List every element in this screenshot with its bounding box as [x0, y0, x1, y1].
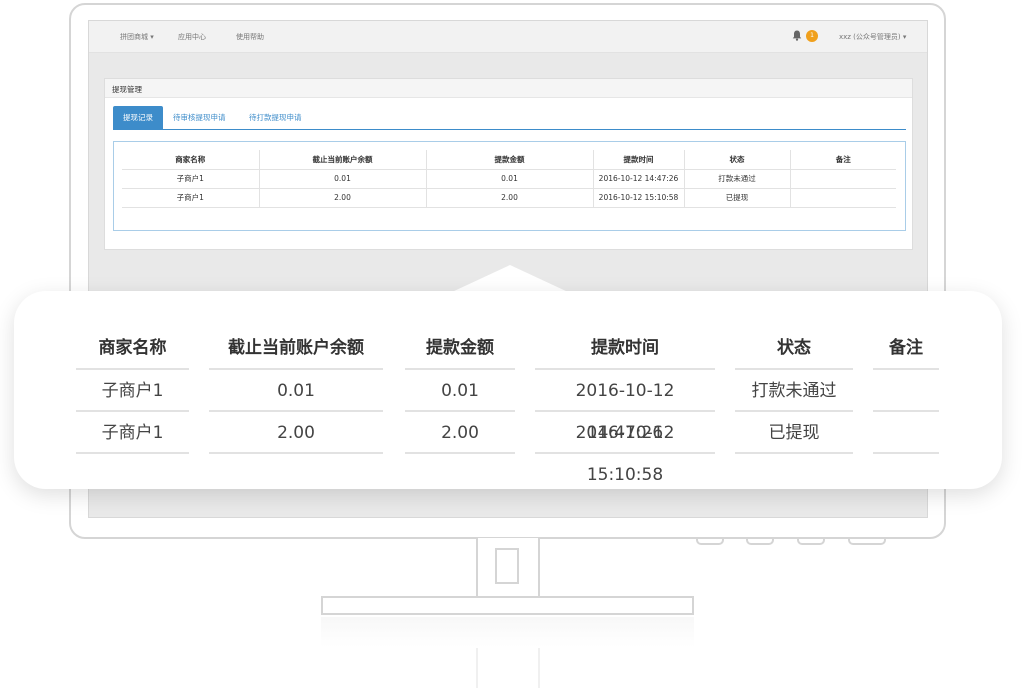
monitor-button	[746, 538, 774, 545]
app-topbar: 拼团商城 ▾ 应用中心 使用帮助 1 xxz (公众号管理员) ▾	[89, 21, 927, 53]
cell-balance: 2.00	[258, 188, 426, 208]
col-header: 截止当前账户余额	[258, 150, 426, 170]
cell-merchant: 子商户1	[122, 188, 259, 208]
tab-bar: 提现记录 待审核提现申请 待打款提现申请	[113, 106, 906, 130]
cell-status: 已提现	[683, 188, 790, 208]
nav-item-help[interactable]: 使用帮助	[236, 32, 264, 42]
zoom-cell-time: 2016-10-12 15:10:58	[535, 412, 715, 485]
records-table-box: 商家名称 截止当前账户余额 提款金额 提款时间 状态 备注 子商户1 0.01 …	[113, 141, 906, 231]
zoom-cell-balance: 2.00	[209, 412, 383, 454]
nav-item-apps[interactable]: 应用中心	[178, 32, 206, 42]
zoom-cell-merchant: 子商户1	[76, 412, 189, 454]
tab-withdraw-records[interactable]: 提现记录	[113, 106, 163, 129]
cell-time: 2016-10-12 15:10:58	[592, 188, 684, 208]
cell-balance: 0.01	[258, 169, 426, 189]
tab-pending-payment[interactable]: 待打款提现申请	[249, 106, 302, 129]
monitor-base-reflection	[321, 617, 694, 647]
callout-pointer	[452, 265, 568, 292]
zoom-col-header: 截止当前账户余额	[209, 333, 383, 370]
notification-badge: 1	[806, 30, 818, 42]
zoom-cell-status: 已提现	[735, 412, 853, 454]
monitor-button	[797, 538, 825, 545]
cell-amount: 2.00	[425, 188, 593, 208]
zoom-col-header: 状态	[735, 333, 853, 370]
monitor-neck-reflection	[476, 648, 540, 688]
panel-title: 提现管理	[105, 79, 912, 98]
zoom-cell-amount: 2.00	[405, 412, 515, 454]
nav-item-mall[interactable]: 拼团商城 ▾	[120, 32, 154, 42]
zoom-col-header: 提款时间	[535, 333, 715, 370]
zoom-cell-amount: 0.01	[405, 370, 515, 412]
table-header-row: 商家名称 截止当前账户余额 提款金额 提款时间 状态 备注	[122, 150, 896, 170]
col-header: 提款时间	[592, 150, 684, 170]
zoom-callout: 商家名称 子商户1 子商户1 截止当前账户余额 0.01 2.00 提款金额 0…	[14, 291, 1002, 489]
monitor-button	[696, 538, 724, 545]
zoom-cell-merchant: 子商户1	[76, 370, 189, 412]
col-header: 商家名称	[122, 150, 259, 170]
cell-remark	[789, 169, 896, 189]
table-row: 子商户1 2.00 2.00 2016-10-12 15:10:58 已提现	[122, 188, 896, 208]
cell-status: 打款未通过	[683, 169, 790, 189]
col-header: 提款金额	[425, 150, 593, 170]
cell-merchant: 子商户1	[122, 169, 259, 189]
cell-remark	[789, 188, 896, 208]
zoom-cell-time: 2016-10-12 14:47:26	[535, 370, 715, 443]
table-row: 子商户1 0.01 0.01 2016-10-12 14:47:26 打款未通过	[122, 169, 896, 189]
monitor-button	[848, 538, 886, 545]
cell-time: 2016-10-12 14:47:26	[592, 169, 684, 189]
monitor-base	[321, 596, 694, 615]
zoom-col-header: 提款金额	[405, 333, 515, 370]
zoom-cell-remark	[873, 412, 939, 454]
tab-pending-review[interactable]: 待审核提现申请	[173, 106, 226, 129]
withdraw-panel: 提现管理 提现记录 待审核提现申请 待打款提现申请 商家名称 截止当前账户余额 …	[104, 78, 913, 250]
cell-amount: 0.01	[425, 169, 593, 189]
col-header: 备注	[789, 150, 896, 170]
user-menu[interactable]: xxz (公众号管理员) ▾	[839, 32, 906, 42]
zoom-col-header: 备注	[873, 333, 939, 370]
monitor-neck-slot	[495, 548, 519, 584]
col-header: 状态	[683, 150, 790, 170]
bell-icon[interactable]	[792, 30, 802, 41]
zoom-cell-status: 打款未通过	[735, 370, 853, 412]
records-table: 商家名称 截止当前账户余额 提款金额 提款时间 状态 备注 子商户1 0.01 …	[122, 150, 896, 208]
zoom-cell-balance: 0.01	[209, 370, 383, 412]
zoom-col-header: 商家名称	[76, 333, 189, 370]
zoom-cell-remark	[873, 370, 939, 412]
